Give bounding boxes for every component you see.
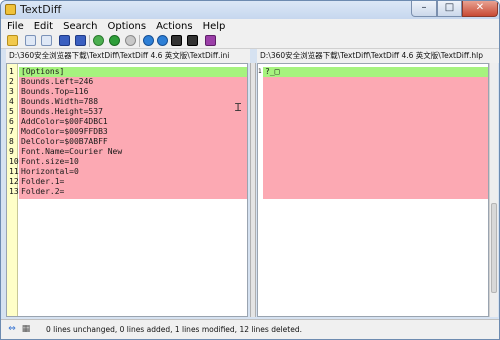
code-line-deleted: Font.size=10 xyxy=(19,157,247,167)
app-icon xyxy=(5,4,16,15)
line-number: 12 xyxy=(9,177,19,186)
code-line-modified: [Options] xyxy=(19,67,247,77)
placeholder-deleted-block xyxy=(263,77,488,199)
pane-splitter[interactable] xyxy=(250,63,256,317)
line-number: 10 xyxy=(9,157,19,166)
menu-help[interactable]: Help xyxy=(203,21,226,32)
right-text-pane[interactable]: 1 ?_□ xyxy=(257,63,489,317)
copy-right-icon[interactable] xyxy=(41,35,52,46)
find-icon[interactable] xyxy=(171,35,182,46)
status-summary: 0 lines unchanged, 0 lines added, 1 line… xyxy=(46,325,302,334)
code-line-deleted: Bounds.Height=537 xyxy=(19,107,247,117)
line-number: 3 xyxy=(9,87,14,96)
prev-diff-icon[interactable] xyxy=(143,35,154,46)
line-number: 13 xyxy=(9,187,19,196)
minimize-button[interactable]: – xyxy=(411,1,437,17)
title-bar[interactable]: TextDiff – □ ✕ xyxy=(1,1,499,19)
menu-edit[interactable]: Edit xyxy=(34,21,53,32)
vertical-scrollbar[interactable] xyxy=(489,63,498,317)
status-bar: ⇔ ▦ 0 lines unchanged, 0 lines added, 1 … xyxy=(1,319,499,339)
sync-scroll-icon[interactable]: ⇔ xyxy=(7,324,17,334)
close-button[interactable]: ✕ xyxy=(462,1,498,17)
code-line-deleted: Bounds.Width=788 xyxy=(19,97,247,107)
menu-bar: File Edit Search Options Actions Help xyxy=(1,19,499,33)
left-text-pane[interactable]: 1 [Options] 2 Bounds.Left=246 3 Bounds.T… xyxy=(6,63,248,317)
text-cursor-icon: Ɪ xyxy=(235,101,242,114)
toolbar-separator xyxy=(139,35,140,47)
menu-actions[interactable]: Actions xyxy=(156,21,193,32)
copy-left-icon[interactable] xyxy=(25,35,36,46)
line-number: 6 xyxy=(9,117,14,126)
line-number: 9 xyxy=(9,147,14,156)
go-icon[interactable] xyxy=(109,35,120,46)
line-number: 2 xyxy=(9,77,14,86)
app-window: TextDiff – □ ✕ File Edit Search Options … xyxy=(0,0,500,340)
menu-options[interactable]: Options xyxy=(107,21,146,32)
code-line-deleted: ModColor=$009FFDB3 xyxy=(19,127,247,137)
maximize-button[interactable]: □ xyxy=(437,1,462,17)
deleted-block-end xyxy=(19,197,247,199)
split-view-icon[interactable]: ▦ xyxy=(21,324,31,334)
right-file-path: D:\360安全浏览器下载\TextDiff\TextDiff 4.6 英文版\… xyxy=(257,49,499,63)
left-file-path: D:\360安全浏览器下载\TextDiff\TextDiff 4.6 英文版\… xyxy=(6,49,250,63)
code-line-deleted: Folder.1= xyxy=(19,177,247,187)
code-line-deleted: Font.Name=Courier New xyxy=(19,147,247,157)
line-number: 7 xyxy=(9,127,14,136)
help-book-icon[interactable] xyxy=(205,35,216,46)
code-line-deleted: Folder.2= xyxy=(19,187,247,197)
code-line-deleted: AddColor=$00F4DBC1 xyxy=(19,117,247,127)
save-right-icon[interactable] xyxy=(75,35,86,46)
scrollbar-thumb[interactable] xyxy=(491,203,497,293)
next-diff-icon[interactable] xyxy=(157,35,168,46)
open-folder-icon[interactable] xyxy=(7,35,18,46)
line-number: 11 xyxy=(9,167,19,176)
line-number: 4 xyxy=(9,97,14,106)
menu-search[interactable]: Search xyxy=(63,21,97,32)
line-number: 8 xyxy=(9,137,14,146)
line-number: 1 xyxy=(9,67,14,76)
code-line-deleted: Horizontal=0 xyxy=(19,167,247,177)
line-number: 5 xyxy=(9,107,14,116)
code-line-modified: ?_□ xyxy=(263,67,488,77)
code-line-deleted: DelColor=$00B7ABFF xyxy=(19,137,247,147)
stop-icon[interactable] xyxy=(125,35,136,46)
find-next-icon[interactable] xyxy=(187,35,198,46)
save-left-icon[interactable] xyxy=(59,35,70,46)
menu-file[interactable]: File xyxy=(7,21,24,32)
window-title: TextDiff xyxy=(20,3,62,16)
toolbar xyxy=(1,33,499,49)
refresh-icon[interactable] xyxy=(93,35,104,46)
toolbar-separator xyxy=(89,35,90,47)
code-line-deleted: Bounds.Top=116 xyxy=(19,87,247,97)
code-line-deleted: Bounds.Left=246 xyxy=(19,77,247,87)
